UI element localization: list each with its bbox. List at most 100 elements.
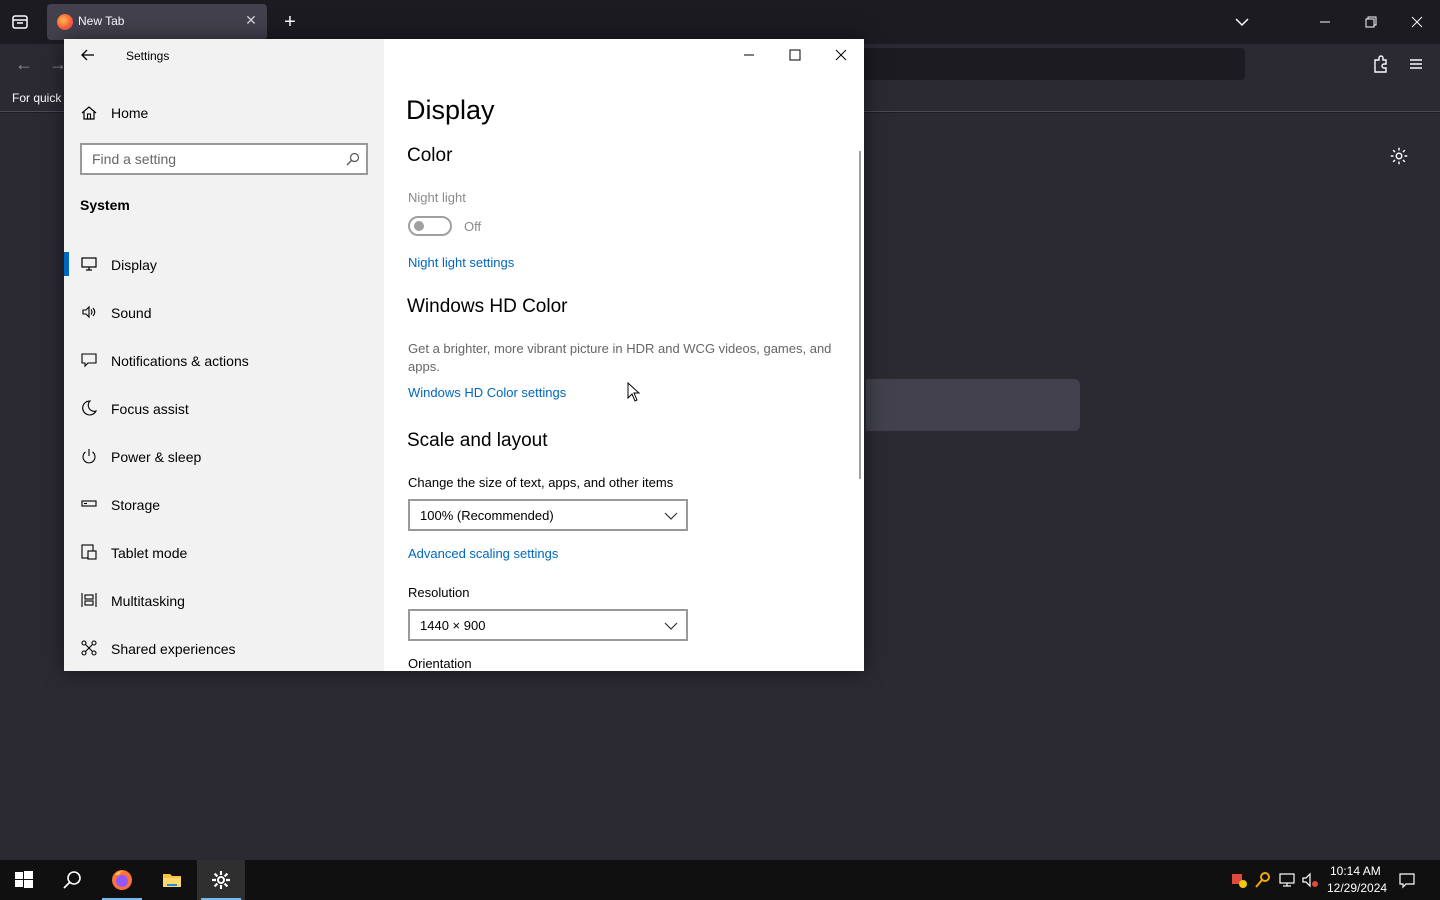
home-icon	[81, 106, 97, 120]
close-window-icon[interactable]	[1403, 8, 1431, 36]
browser-tab[interactable]: New Tab ✕	[47, 4, 267, 40]
nav-item-tablet-mode[interactable]: Tablet mode	[64, 528, 384, 576]
nav-item-label: Shared experiences	[111, 641, 236, 657]
night-light-label: Night light	[408, 190, 466, 205]
taskbar-firefox[interactable]	[98, 860, 146, 900]
key-icon[interactable]	[1253, 870, 1273, 890]
tablet-icon	[81, 544, 97, 560]
nav-item-sound[interactable]: Sound	[64, 288, 384, 336]
volume-muted-icon[interactable]	[1300, 870, 1320, 890]
taskbar-settings[interactable]	[197, 860, 245, 900]
resolution-label: Resolution	[408, 585, 470, 600]
nav-home-label: Home	[111, 105, 149, 121]
power-icon	[82, 449, 96, 464]
clock-date[interactable]: 12/29/2024	[1327, 881, 1387, 895]
clock-time[interactable]: 10:14 AM	[1330, 864, 1381, 878]
windows-logo-icon	[15, 871, 33, 888]
nav-item-label: Power & sleep	[111, 449, 202, 465]
nav-item-shared-experiences[interactable]: Shared experiences	[64, 624, 384, 671]
mouse-cursor-icon	[627, 382, 641, 402]
section-header-scale: Scale and layout	[407, 430, 548, 451]
gear-icon	[212, 871, 230, 889]
scale-label: Change the size of text, apps, and other…	[408, 475, 674, 490]
taskbar-file-explorer[interactable]	[148, 860, 196, 900]
action-center-icon[interactable]	[1397, 870, 1417, 890]
search-icon	[63, 871, 81, 889]
hamburger-menu-icon[interactable]	[1404, 52, 1428, 76]
orientation-label: Orientation	[408, 656, 472, 671]
settings-content-pane: Display Color Night light Off Night ligh…	[384, 39, 864, 671]
moon-icon	[82, 400, 98, 416]
search-icon	[346, 152, 360, 166]
search-input[interactable]	[82, 145, 342, 173]
back-arrow-icon[interactable]: ←	[12, 52, 36, 76]
toggle-knob	[414, 221, 424, 231]
advanced-scaling-link[interactable]: Advanced scaling settings	[408, 546, 558, 561]
firefox-view-icon[interactable]	[8, 10, 32, 34]
nav-item-notifications[interactable]: Notifications & actions	[64, 336, 384, 384]
settings-nav-pane: Settings Home System Display Sound Notif…	[64, 39, 384, 671]
night-light-toggle[interactable]	[408, 216, 452, 236]
network-icon[interactable]	[1277, 870, 1297, 890]
nav-item-label: Tablet mode	[111, 545, 188, 561]
section-header-hd-color: Windows HD Color	[407, 296, 568, 317]
gear-icon[interactable]	[1388, 145, 1410, 167]
nav-item-focus-assist[interactable]: Focus assist	[64, 384, 384, 432]
section-header-color: Color	[407, 145, 453, 166]
find-setting-search[interactable]	[80, 143, 368, 175]
chevron-down-icon	[664, 622, 678, 630]
search-button[interactable]	[48, 860, 96, 900]
scale-dropdown-value: 100% (Recommended)	[420, 508, 554, 523]
maximize-icon[interactable]	[772, 39, 818, 71]
nav-home[interactable]: Home	[64, 95, 384, 131]
nav-item-label: Focus assist	[111, 401, 189, 417]
security-alert-icon[interactable]	[1229, 870, 1249, 890]
folder-icon	[163, 874, 181, 887]
nav-item-display[interactable]: Display	[64, 240, 384, 288]
night-light-state: Off	[464, 219, 482, 234]
address-bar[interactable]	[840, 48, 1245, 80]
monitor-icon	[81, 257, 97, 271]
scrollbar[interactable]	[859, 151, 861, 479]
firefox-logo-icon	[57, 14, 73, 30]
new-tab-button[interactable]: +	[280, 10, 300, 34]
nav-item-label: Sound	[111, 305, 152, 321]
extensions-icon[interactable]	[1368, 52, 1392, 76]
hd-color-description: Get a brighter, more vibrant picture in …	[408, 341, 832, 374]
multitasking-icon	[81, 593, 97, 607]
browser-tab-bar: New Tab ✕ +	[0, 0, 1440, 44]
shared-icon	[81, 640, 97, 656]
message-icon	[81, 353, 97, 368]
back-arrow-icon[interactable]	[78, 45, 98, 65]
minimize-icon[interactable]	[726, 39, 772, 71]
nav-item-label: Notifications & actions	[111, 353, 249, 369]
minimize-icon[interactable]	[1311, 8, 1339, 36]
web-search-box[interactable]	[866, 379, 1080, 431]
nav-item-storage[interactable]: Storage	[64, 480, 384, 528]
settings-window: Settings Home System Display Sound Notif…	[64, 39, 864, 671]
nav-item-label: Display	[111, 257, 157, 273]
bookmarks-hint-text: For quick	[12, 91, 62, 105]
nav-item-multitasking[interactable]: Multitasking	[64, 576, 384, 624]
resolution-dropdown-value: 1440 × 900	[420, 618, 486, 633]
chevron-down-icon	[664, 512, 678, 520]
nav-item-power-sleep[interactable]: Power & sleep	[64, 432, 384, 480]
page-title: Display	[406, 95, 495, 125]
browser-tab-title: New Tab	[78, 14, 125, 28]
nav-item-label: Storage	[111, 497, 161, 513]
night-light-settings-link[interactable]: Night light settings	[408, 255, 514, 270]
start-button[interactable]	[0, 860, 48, 900]
scale-dropdown[interactable]: 100% (Recommended)	[408, 499, 688, 531]
restore-icon[interactable]	[1357, 8, 1385, 36]
nav-item-label: Multitasking	[111, 593, 185, 609]
hd-color-settings-link[interactable]: Windows HD Color settings	[408, 385, 566, 400]
speaker-icon	[82, 305, 96, 319]
resolution-dropdown[interactable]: 1440 × 900	[408, 609, 688, 641]
close-window-icon[interactable]	[818, 39, 864, 71]
firefox-logo-icon	[112, 870, 132, 890]
app-title: Settings	[126, 49, 170, 63]
taskbar: 10:14 AM 12/29/2024	[0, 860, 1440, 900]
chevron-down-icon[interactable]	[1230, 10, 1254, 34]
close-tab-icon[interactable]: ✕	[243, 12, 259, 28]
nav-group-title: System	[80, 197, 130, 213]
